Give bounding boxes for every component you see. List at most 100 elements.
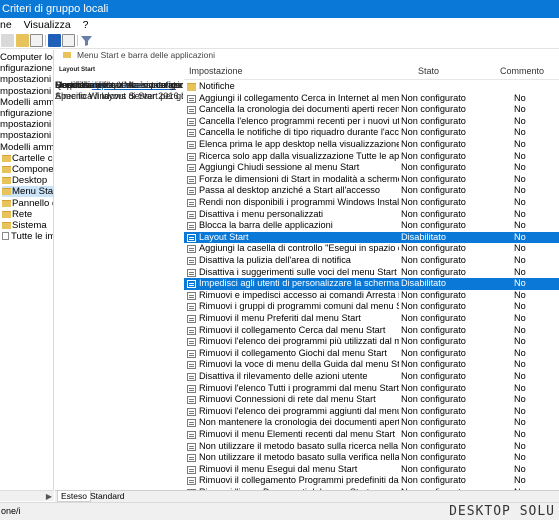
- table-row[interactable]: Impedisci agli utenti di personalizzare …: [184, 278, 559, 290]
- column-header-setting[interactable]: Impostazione: [189, 62, 243, 80]
- table-row[interactable]: Non utilizzare il metodo basato sulla ri…: [184, 441, 559, 453]
- tree-item[interactable]: mpostazioni di V: [0, 86, 53, 97]
- table-row[interactable]: Rimuovi il menu Elementi recenti dal men…: [184, 429, 559, 441]
- table-row[interactable]: Aggiungi Chiudi sessione al menu Start No…: [184, 162, 559, 174]
- table-row[interactable]: Disattiva i suggerimenti sulle voci del …: [184, 267, 559, 279]
- column-header-comment[interactable]: Commento: [500, 62, 544, 80]
- table-row[interactable]: Rimuovi e impedisci accesso ai comandi A…: [184, 290, 559, 302]
- tree-item-label: mpostazioni del: [0, 119, 53, 131]
- table-row[interactable]: Rimuovi i gruppi di programmi comuni dal…: [184, 301, 559, 313]
- tree-item[interactable]: Pannello di co: [2, 198, 53, 209]
- row-comment: No: [514, 429, 526, 439]
- folder-view-icon[interactable]: [16, 34, 29, 47]
- table-row[interactable]: Passa al desktop anziché a Start all'acc…: [184, 185, 559, 197]
- table-row[interactable]: Aggiungi il collegamento Cerca in Intern…: [184, 93, 559, 105]
- table-row[interactable]: Layout Start Disabilitato No: [184, 231, 559, 244]
- filter-icon[interactable]: [80, 34, 93, 47]
- table-row[interactable]: Rimuovi l'elenco dei programmi più utili…: [184, 336, 559, 348]
- table-row[interactable]: Notifiche: [184, 81, 559, 93]
- table-row[interactable]: Rimuovi la voce di menu della Guida dal …: [184, 359, 559, 371]
- folder-icon: [2, 154, 11, 162]
- scroll-right-icon[interactable]: ▶: [46, 491, 52, 502]
- tree-item[interactable]: Modelli amminis: [0, 142, 53, 153]
- table-row[interactable]: Non utilizzare il metodo basato sulla ve…: [184, 452, 559, 464]
- policy-setting-icon: [187, 106, 196, 115]
- table-row[interactable]: Cancella la cronologia dei documenti ape…: [184, 104, 559, 116]
- table-row[interactable]: Disattiva la pulizia dell'area di notifi…: [184, 255, 559, 267]
- toolbar: [0, 32, 559, 49]
- table-row[interactable]: Rimuovi il collegamento Programmi predef…: [184, 475, 559, 487]
- tab-extended[interactable]: Esteso: [57, 491, 91, 502]
- table-row[interactable]: Rimuovi il menu Preferiti dal menu Start…: [184, 313, 559, 325]
- row-comment: No: [514, 173, 526, 184]
- policy-setting-icon: [187, 465, 196, 474]
- tree-item[interactable]: mpostazioni del: [0, 74, 53, 86]
- tree-item[interactable]: Desktop: [2, 175, 47, 186]
- row-setting-name: Layout Start: [199, 231, 249, 242]
- column-header-state[interactable]: Stato: [418, 62, 439, 80]
- table-row[interactable]: Disattiva i menu personalizzati Non confi…: [184, 209, 559, 221]
- tree-item[interactable]: Computer locale: [0, 52, 53, 63]
- toolbar-separator: [45, 35, 46, 46]
- table-row[interactable]: Rimuovi il collegamento Cerca dal menu S…: [184, 325, 559, 337]
- table-row[interactable]: Forza le dimensioni di Start in modalità…: [184, 174, 559, 186]
- row-state: Non configurato: [401, 243, 466, 254]
- policy-setting-icon: [187, 164, 196, 173]
- row-state: Non configurato: [401, 324, 466, 335]
- row-setting-name: Cancella l'elenco programmi recenti per …: [199, 115, 399, 126]
- tree-item-label: Cartelle cond: [12, 152, 53, 164]
- help-icon[interactable]: [48, 34, 61, 47]
- tree-item-label: mpostazioni del: [0, 74, 53, 86]
- tree-item[interactable]: Componenti: [2, 164, 53, 175]
- row-state: Non configurato: [401, 289, 466, 300]
- policy-setting-icon: [187, 291, 196, 300]
- table-row[interactable]: Rimuovi il menu Esegui dal menu Start Non…: [184, 464, 559, 476]
- row-setting-name: Disattiva il rilevamento delle azioni ut…: [199, 371, 368, 381]
- table-row[interactable]: Cancella l'elenco programmi recenti per …: [184, 116, 559, 128]
- table-row[interactable]: Cancella le notifiche di tipo riquadro d…: [184, 127, 559, 139]
- tree-item[interactable]: nfigurazione com: [0, 63, 53, 74]
- tree-item[interactable]: Rete: [2, 209, 32, 220]
- table-row[interactable]: Non mantenere la cronologia dei document…: [184, 417, 559, 429]
- menu-item-help[interactable]: ?: [83, 18, 89, 32]
- folder-icon: [2, 166, 11, 173]
- table-row[interactable]: Ricerca solo app dalla visualizzazione T…: [184, 151, 559, 163]
- tree-horizontal-scrollbar[interactable]: ▶: [0, 490, 54, 501]
- table-row[interactable]: Rimuovi l'elenco dei programmi aggiunti …: [184, 406, 559, 418]
- show-hide-pane-icon[interactable]: [62, 34, 75, 47]
- table-row[interactable]: Elenca prima le app desktop nella visual…: [184, 139, 559, 151]
- row-setting-name: Rimuovi l'elenco dei programmi più utili…: [199, 336, 399, 347]
- tree-item[interactable]: Cartelle cond: [2, 152, 53, 164]
- status-bar: one/i DESKTOP SOLU: [0, 502, 559, 520]
- row-setting-name: Rimuovi i gruppi di programmi comuni dal…: [199, 301, 399, 312]
- table-row[interactable]: Rimuovi il collegamento Giochi dal menu …: [184, 348, 559, 360]
- tree-item[interactable]: Modelli amminis: [0, 97, 53, 108]
- table-row[interactable]: Blocca la barra delle applicazioni Non co…: [184, 220, 559, 232]
- policy-setting-icon: [187, 175, 196, 184]
- menu-item-view[interactable]: Visualizza: [24, 18, 71, 32]
- row-state: Non configurato: [401, 220, 466, 231]
- row-comment: No: [514, 185, 526, 196]
- row-comment: No: [514, 382, 526, 393]
- row-setting-name: Non utilizzare il metodo basato sulla ri…: [199, 440, 399, 451]
- table-row[interactable]: Disattiva il rilevamento delle azioni ut…: [184, 371, 559, 383]
- policy-setting-icon: [187, 454, 196, 463]
- table-row[interactable]: Rimuovi Connessioni di rete dal menu Sta…: [184, 394, 559, 406]
- table-row[interactable]: Rendi non disponibili i programmi Window…: [184, 197, 559, 209]
- back-icon[interactable]: [1, 34, 14, 47]
- tree-item[interactable]: Menu Start e: [2, 186, 53, 198]
- tree-item[interactable]: mpostazioni di V: [0, 130, 53, 141]
- row-state: Non configurato: [401, 429, 466, 439]
- policy-setting-icon: [187, 431, 196, 439]
- tree-item[interactable]: nfigurazione uten: [0, 108, 53, 119]
- menu-item-file[interactable]: ne: [0, 18, 12, 32]
- table-row[interactable]: Rimuovi l'elenco Tutti i programmi dal m…: [184, 383, 559, 395]
- tree-item[interactable]: Sistema: [2, 220, 47, 231]
- tab-standard[interactable]: Standard: [87, 491, 128, 502]
- tree-item[interactable]: Tutte le impo: [2, 231, 53, 242]
- tree-item[interactable]: mpostazioni del: [0, 119, 53, 131]
- table-row[interactable]: Aggiungi la casella di controllo "Esegui…: [184, 243, 559, 255]
- row-comment: No: [514, 301, 526, 312]
- properties-icon[interactable]: [30, 34, 43, 47]
- row-comment: No: [514, 150, 526, 161]
